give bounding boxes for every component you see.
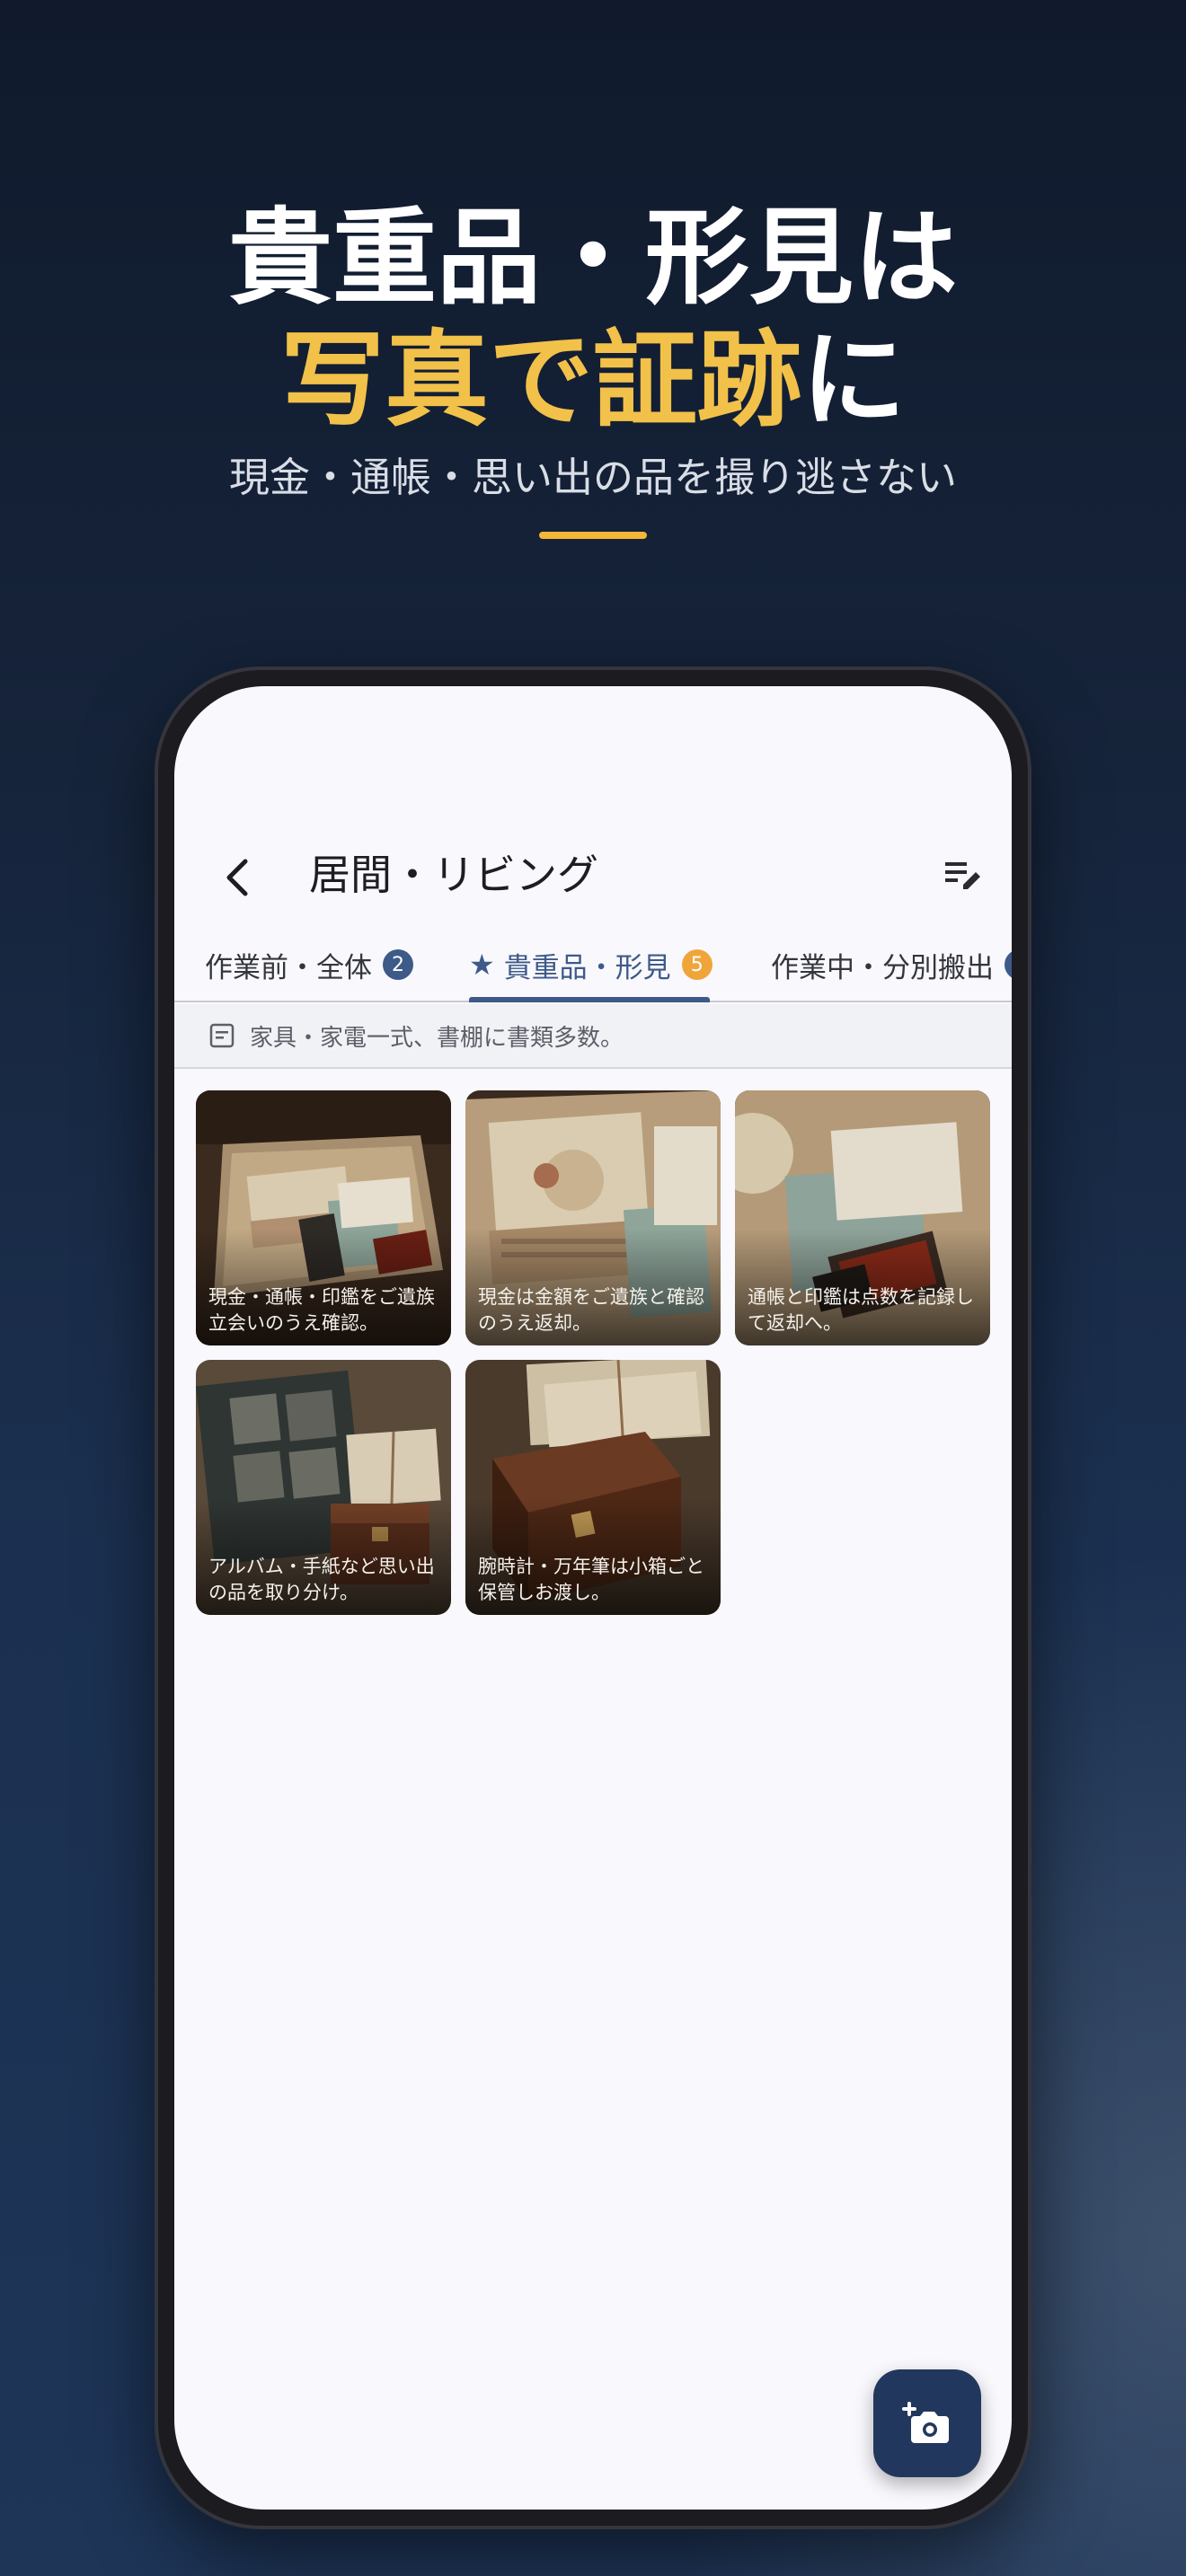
photo-caption: 通帳と印鑑は点数を記録して返却へ。 <box>748 1286 974 1334</box>
star-icon: ★ <box>469 948 495 982</box>
tab-in-progress-sorting[interactable]: 作業中・分別搬出 2 <box>771 927 1012 1002</box>
photo-caption: 現金は金額をご遺族と確認のうえ返却。 <box>478 1286 704 1334</box>
photo-card[interactable]: 通帳と印鑑は点数を記録して返却へ。 <box>735 1090 990 1345</box>
photo-card[interactable]: アルバム・手紙など思い出の品を取り分け。 <box>196 1360 451 1615</box>
promo-headline-highlight: 写真で証跡 <box>280 320 801 441</box>
promo-subtitle: 現金・通帳・思い出の品を撮り逃さない <box>228 454 957 501</box>
app-bar: 居間・リビング <box>174 812 1012 938</box>
edit-note-icon <box>945 862 980 889</box>
count-badge: 5 <box>681 949 712 980</box>
chevron-left-icon <box>226 859 248 896</box>
room-note-text: 家具・家電一式、書棚に書類多数。 <box>250 1024 624 1052</box>
photo-card[interactable]: 現金は金額をご遺族と確認のうえ返却。 <box>465 1090 721 1345</box>
tab-valuables[interactable]: ★ 貴重品・形見 5 <box>469 927 712 1002</box>
phone-frame: 居間・リビング 作業前・全体 2 ★ 貴重品・形見 5 作業中・分別搬出 家具・… <box>155 666 1031 2529</box>
note-icon <box>208 1022 235 1049</box>
count-badge: 2 <box>1005 949 1012 980</box>
page-title: 居間・リビング <box>309 851 598 899</box>
tab-label: 作業中・分別搬出 <box>771 951 994 984</box>
photo-caption: アルバム・手紙など思い出の品を取り分け。 <box>208 1556 435 1603</box>
selected-tab-indicator <box>469 997 710 1002</box>
tab-label: 貴重品・形見 <box>503 951 671 984</box>
category-tabs: 作業前・全体 2 ★ 貴重品・形見 5 作業中・分別搬出 2 <box>174 927 1012 1002</box>
edit-notes-button[interactable] <box>936 848 990 902</box>
promo-headline-line1: 貴重品・形見は <box>228 198 958 319</box>
photo-caption: 腕時計・万年筆は小箱ごと保管しお渡し。 <box>478 1556 704 1603</box>
promo-headline-rest: に <box>801 320 906 441</box>
app-screen: 居間・リビング 作業前・全体 2 ★ 貴重品・形見 5 作業中・分別搬出 家具・… <box>174 686 1012 2510</box>
tab-before-overall[interactable]: 作業前・全体 2 <box>205 927 413 1002</box>
accent-divider <box>539 532 647 539</box>
photo-card[interactable]: 現金・通帳・印鑑をご遺族立会いのうえ確認。 <box>196 1090 451 1345</box>
promo-headline-line2: 写真で証跡に <box>0 318 1186 444</box>
photo-caption: 現金・通帳・印鑑をご遺族立会いのうえ確認。 <box>208 1286 435 1334</box>
back-button[interactable] <box>207 846 270 909</box>
room-note[interactable]: 家具・家電一式、書棚に書類多数。 <box>174 1004 1012 1069</box>
photo-card[interactable]: 腕時計・万年筆は小箱ごと保管しお渡し。 <box>465 1360 721 1615</box>
count-badge: 2 <box>383 949 413 980</box>
add-photo-icon <box>902 2402 949 2443</box>
tab-label: 作業前・全体 <box>205 951 372 984</box>
add-photo-button[interactable] <box>873 2369 981 2477</box>
